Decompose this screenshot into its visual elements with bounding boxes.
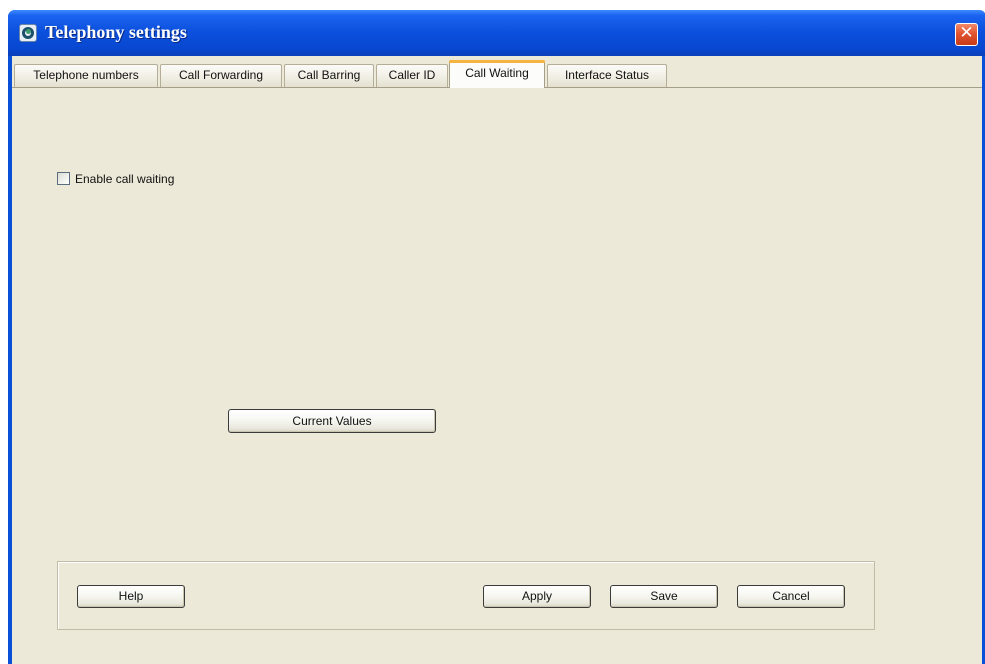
telephony-app-icon: [19, 24, 37, 42]
window-title: Telephony settings: [45, 22, 187, 42]
tab-interface-status[interactable]: Interface Status: [547, 64, 667, 87]
tab-call-barring[interactable]: Call Barring: [284, 64, 374, 87]
close-button[interactable]: ✕: [955, 23, 978, 46]
enable-call-waiting-checkbox[interactable]: [57, 172, 70, 185]
current-values-button[interactable]: Current Values: [228, 409, 436, 433]
tab-call-forwarding[interactable]: Call Forwarding: [160, 64, 282, 87]
apply-button[interactable]: Apply: [483, 585, 591, 608]
dialog-button-panel: Help Apply Save Cancel: [57, 561, 875, 630]
cancel-button[interactable]: Cancel: [737, 585, 845, 608]
save-button[interactable]: Save: [610, 585, 718, 608]
dialog-client-area: Telephone numbers Call Forwarding Call B…: [12, 56, 982, 664]
title-bar[interactable]: Telephony settings ✕: [8, 10, 985, 56]
tab-call-waiting[interactable]: Call Waiting: [449, 60, 545, 88]
tab-caller-id[interactable]: Caller ID: [376, 64, 448, 87]
tab-telephone-numbers[interactable]: Telephone numbers: [14, 64, 158, 87]
close-x-icon: ✕: [959, 23, 974, 43]
enable-call-waiting-label: Enable call waiting: [75, 172, 175, 186]
tab-strip: Telephone numbers Call Forwarding Call B…: [12, 56, 982, 88]
help-button[interactable]: Help: [77, 585, 185, 608]
telephony-settings-window: Telephony settings ✕ Telephone numbers C…: [8, 10, 985, 664]
